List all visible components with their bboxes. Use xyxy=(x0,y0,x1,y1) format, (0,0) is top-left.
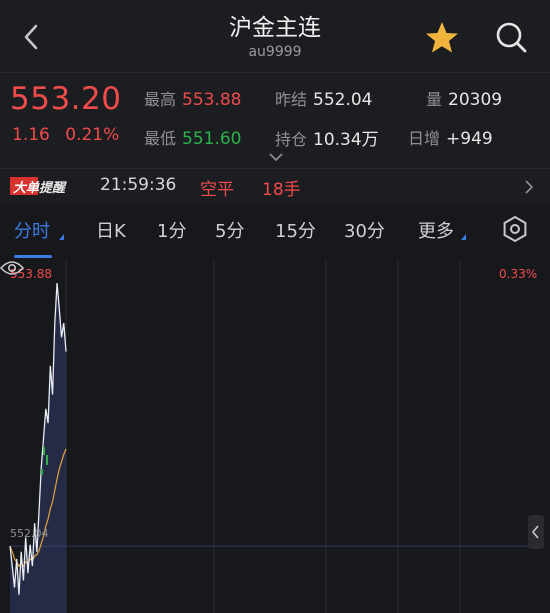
header-bar: 沪金主连 au9999 xyxy=(0,0,550,72)
trade-marker xyxy=(41,469,43,475)
active-tab-indicator xyxy=(14,255,52,258)
price-change: 1.16 0.21% xyxy=(12,125,129,145)
contract-code: au9999 xyxy=(248,44,302,60)
stat-value: 551.60 xyxy=(182,129,242,149)
tab-timeshare[interactable]: 分时 xyxy=(14,217,50,243)
stat-high: 最高 553.88 xyxy=(144,86,242,110)
alert-tag-part2: 提醒 xyxy=(39,181,66,196)
stat-open-interest: 持仓 10.34万 xyxy=(275,125,379,150)
tab-1min[interactable]: 1分 xyxy=(157,217,186,243)
price-area-fill xyxy=(10,283,66,613)
eye-icon[interactable] xyxy=(0,259,24,277)
change-percent: 0.21% xyxy=(65,125,120,145)
chevron-left-icon xyxy=(531,525,539,539)
stat-value: 10.34万 xyxy=(313,130,379,150)
alert-time: 21:59:36 xyxy=(100,175,177,195)
stat-value: 552.04 xyxy=(313,90,373,110)
stat-label: 最高 xyxy=(144,90,177,109)
chart-canvas xyxy=(9,259,545,613)
stat-low: 最低 551.60 xyxy=(144,125,242,149)
favorite-star-icon[interactable] xyxy=(424,20,460,56)
last-price: 553.20 xyxy=(10,81,122,117)
chart-pct-label: 0.33% xyxy=(499,267,538,281)
quote-panel: 553.20 1.16 0.21% 最高 553.88 昨结 552.04 量 203… xyxy=(0,72,550,169)
chart-scroll-left-button[interactable] xyxy=(528,515,544,549)
stat-value: 553.88 xyxy=(182,90,242,110)
alert-quantity: 18手 xyxy=(262,180,301,200)
tab-label: 30分 xyxy=(344,221,385,242)
alert-tag: 大单提醒 xyxy=(10,177,69,196)
alert-type: 空平 xyxy=(200,180,234,200)
tab-label: 分时 xyxy=(14,221,50,242)
alert-tag-part1: 大单 xyxy=(13,181,40,196)
tab-daily-k[interactable]: 日K xyxy=(96,217,126,243)
trade-marker xyxy=(43,447,45,455)
dropdown-triangle-icon xyxy=(461,234,466,240)
stat-value: +949 xyxy=(446,129,493,149)
tab-label: 日K xyxy=(96,221,126,242)
stat-daily-increase: 日增 +949 xyxy=(408,125,493,149)
tab-label: 1分 xyxy=(157,221,187,242)
trade-marker xyxy=(46,455,48,465)
stat-label: 最低 xyxy=(144,129,177,148)
period-tabs: 分时 日K 1分 5分 15分 30分 更多 xyxy=(0,203,550,259)
dropdown-triangle-icon xyxy=(59,234,64,240)
stat-label: 日增 xyxy=(408,129,441,148)
tab-15min[interactable]: 15分 xyxy=(275,217,316,243)
big-order-alert-bar[interactable]: 大单提醒 21:59:36 空平 18手 xyxy=(0,168,550,204)
stat-label: 持仓 xyxy=(275,130,308,149)
tab-5min[interactable]: 5分 xyxy=(215,217,244,243)
intraday-chart[interactable]: 553.88 0.33% 552.04 xyxy=(0,259,550,613)
search-icon[interactable] xyxy=(494,20,528,54)
chart-base-label: 552.04 xyxy=(10,527,49,540)
tab-more[interactable]: 更多 xyxy=(418,217,454,243)
gear-icon[interactable] xyxy=(501,215,529,243)
chevron-right-icon[interactable] xyxy=(524,179,534,195)
chevron-down-icon[interactable] xyxy=(268,152,284,162)
tab-30min[interactable]: 30分 xyxy=(344,217,385,243)
tab-label: 15分 xyxy=(275,221,316,242)
stat-value: 20309 xyxy=(448,90,503,110)
change-value: 1.16 xyxy=(12,125,50,145)
stat-label: 量 xyxy=(426,90,443,109)
stat-prev-settle: 昨结 552.04 xyxy=(275,86,373,110)
tab-label: 更多 xyxy=(418,221,454,242)
page-title: 沪金主连 xyxy=(229,15,321,41)
stat-volume: 量 20309 xyxy=(426,86,502,110)
tab-label: 5分 xyxy=(215,221,245,242)
stat-label: 昨结 xyxy=(275,90,308,109)
